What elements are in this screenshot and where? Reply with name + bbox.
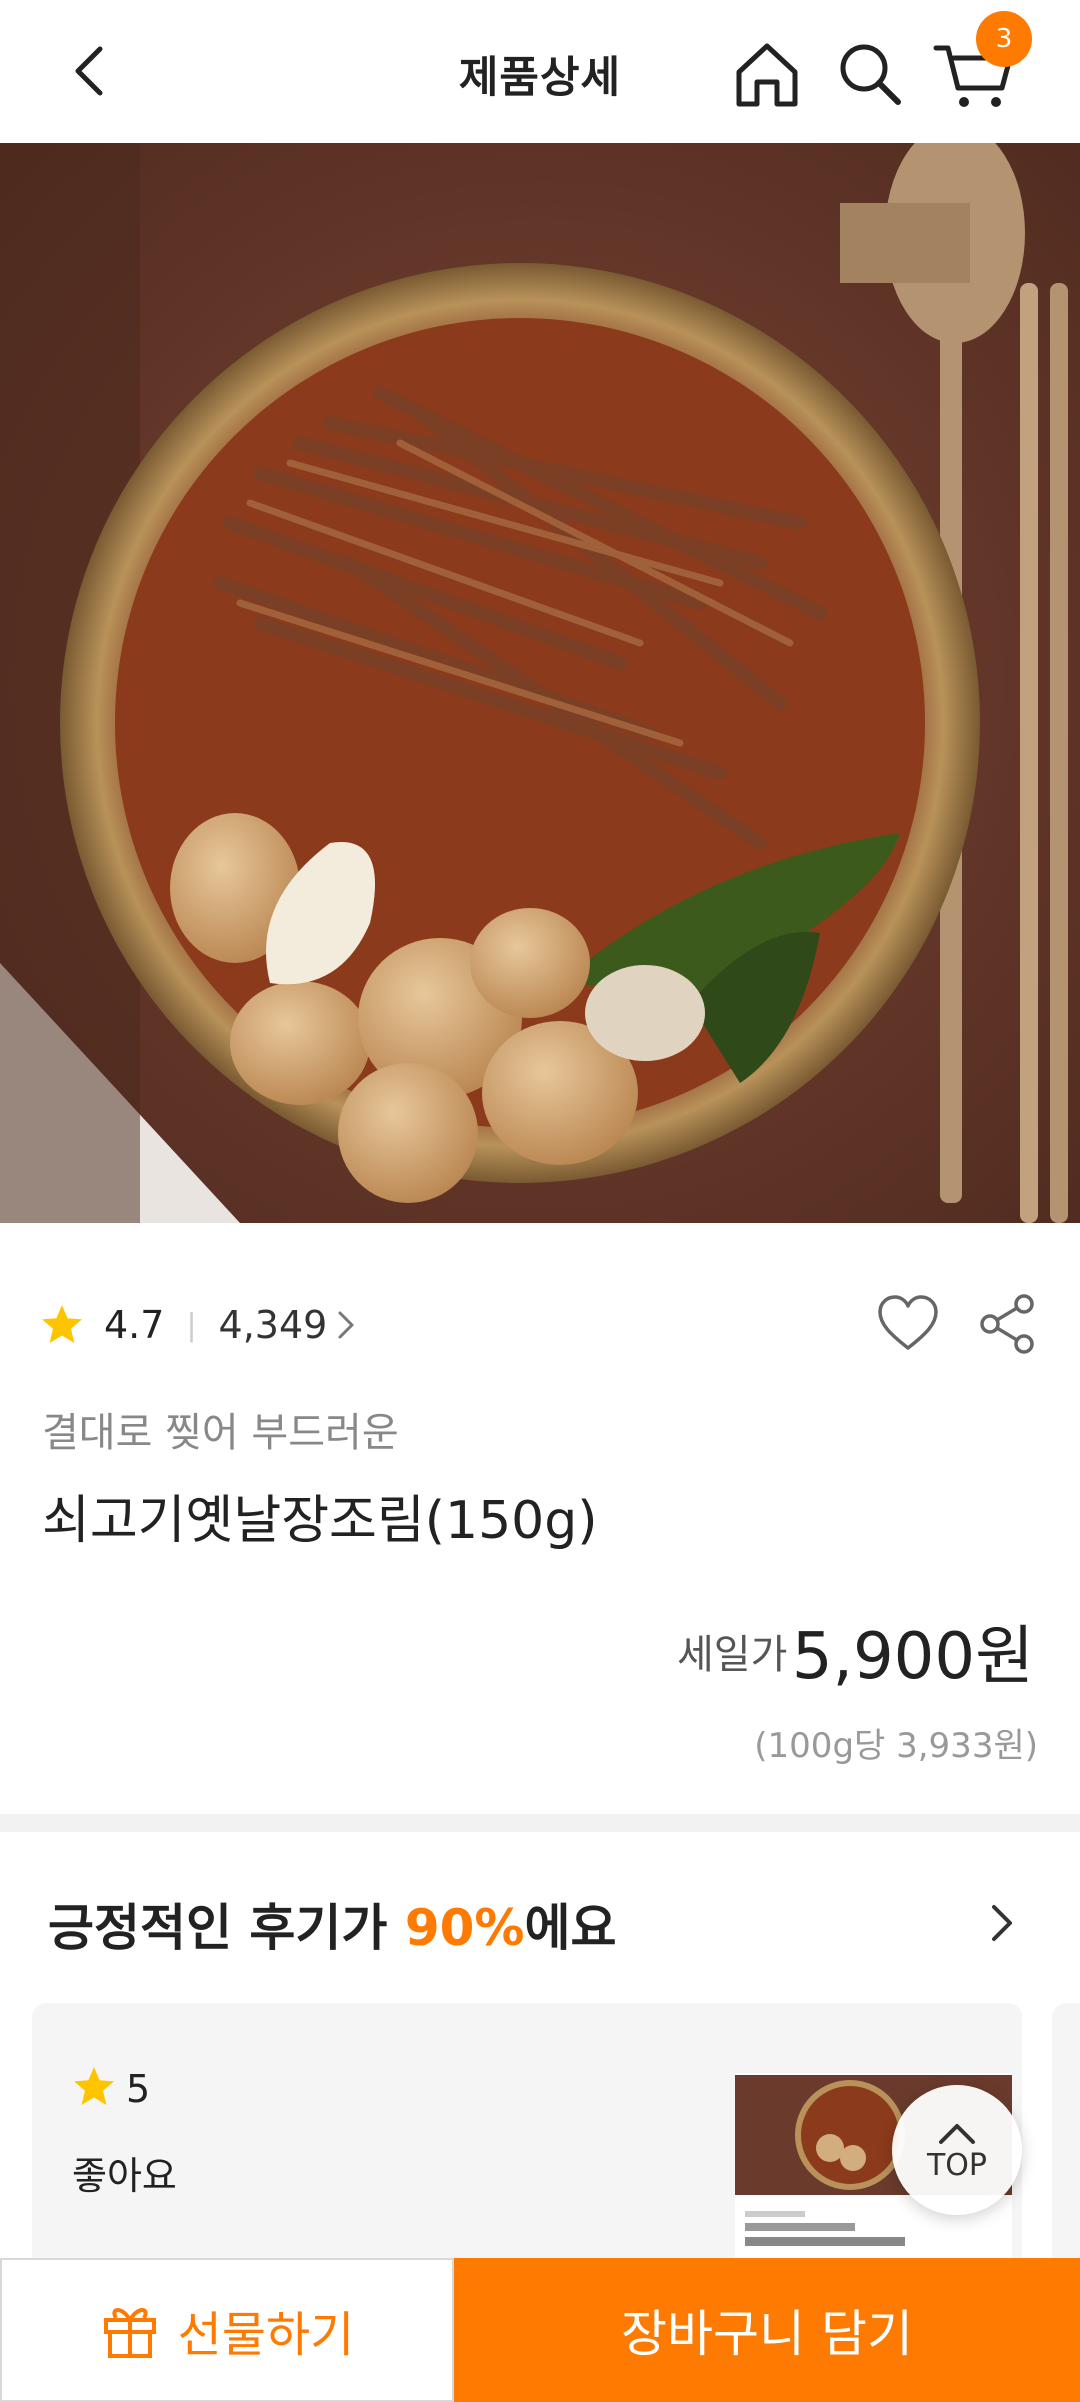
product-name: 쇠고기옛날장조림(150g) bbox=[42, 1491, 598, 1551]
heart-icon bbox=[878, 1295, 938, 1350]
star-icon bbox=[42, 1305, 82, 1343]
search-button[interactable] bbox=[832, 36, 908, 112]
reviews-section-title: 긍정적인 후기가 90%에요 bbox=[48, 1888, 617, 1960]
unit-price: (100g당 3,933원) bbox=[754, 1726, 1038, 1766]
product-image[interactable] bbox=[0, 143, 1080, 1223]
add-to-cart-button[interactable]: 장바구니 담기 bbox=[454, 2258, 1080, 2402]
gift-button[interactable]: 선물하기 bbox=[0, 2258, 454, 2402]
scroll-top-button[interactable]: TOP bbox=[892, 2085, 1022, 2215]
home-icon bbox=[736, 43, 798, 107]
header: 제품상세 3 bbox=[0, 0, 1080, 143]
chevron-up-icon bbox=[939, 2123, 975, 2144]
search-icon bbox=[840, 44, 901, 105]
page-title: 제품상세 bbox=[458, 53, 622, 103]
rating-row: 4.7 | 4,349 bbox=[40, 1295, 357, 1355]
sale-price-label: 세일가 bbox=[677, 1632, 788, 1678]
share-button[interactable] bbox=[976, 1292, 1040, 1356]
wishlist-button[interactable] bbox=[876, 1292, 940, 1356]
scroll-top-label: TOP bbox=[926, 2147, 988, 2183]
reviews-title-suffix: 에요 bbox=[524, 1899, 617, 1957]
review-count-link[interactable]: 4,349 bbox=[219, 1303, 358, 1347]
gift-icon bbox=[103, 2308, 156, 2358]
share-icon bbox=[980, 1294, 1034, 1354]
rating-separator: | bbox=[186, 1307, 197, 1343]
gift-button-label: 선물하기 bbox=[177, 2307, 355, 2363]
add-to-cart-label: 장바구니 담기 bbox=[621, 2305, 913, 2363]
product-subtitle: 결대로 찢어 부드러운 bbox=[42, 1410, 399, 1456]
review-score: 5 bbox=[126, 2067, 151, 2111]
reviews-title-percent: 90% bbox=[404, 1899, 525, 1957]
product-price: 5,900원 bbox=[791, 1620, 1034, 1694]
home-button[interactable] bbox=[729, 36, 805, 112]
review-count: 4,349 bbox=[218, 1303, 328, 1347]
cart-count-badge: 3 bbox=[976, 11, 1032, 67]
product-photo bbox=[0, 143, 1080, 1223]
product-detail-page: 제품상세 3 4.7 | 4,349 결대로 찢어 부드러운 쇠고기옛날장조림(… bbox=[0, 0, 1080, 2402]
section-divider bbox=[0, 1814, 1080, 1832]
chevron-right-icon bbox=[992, 1905, 1012, 1941]
chevron-right-icon bbox=[338, 1311, 354, 1339]
star-icon bbox=[74, 2067, 114, 2105]
rating-value: 4.7 bbox=[104, 1303, 165, 1347]
reviews-title-prefix: 긍정적인 후기가 bbox=[48, 1899, 405, 1957]
review-text: 좋아요 bbox=[72, 2154, 177, 2198]
reviews-more-button[interactable] bbox=[978, 1893, 1028, 1953]
